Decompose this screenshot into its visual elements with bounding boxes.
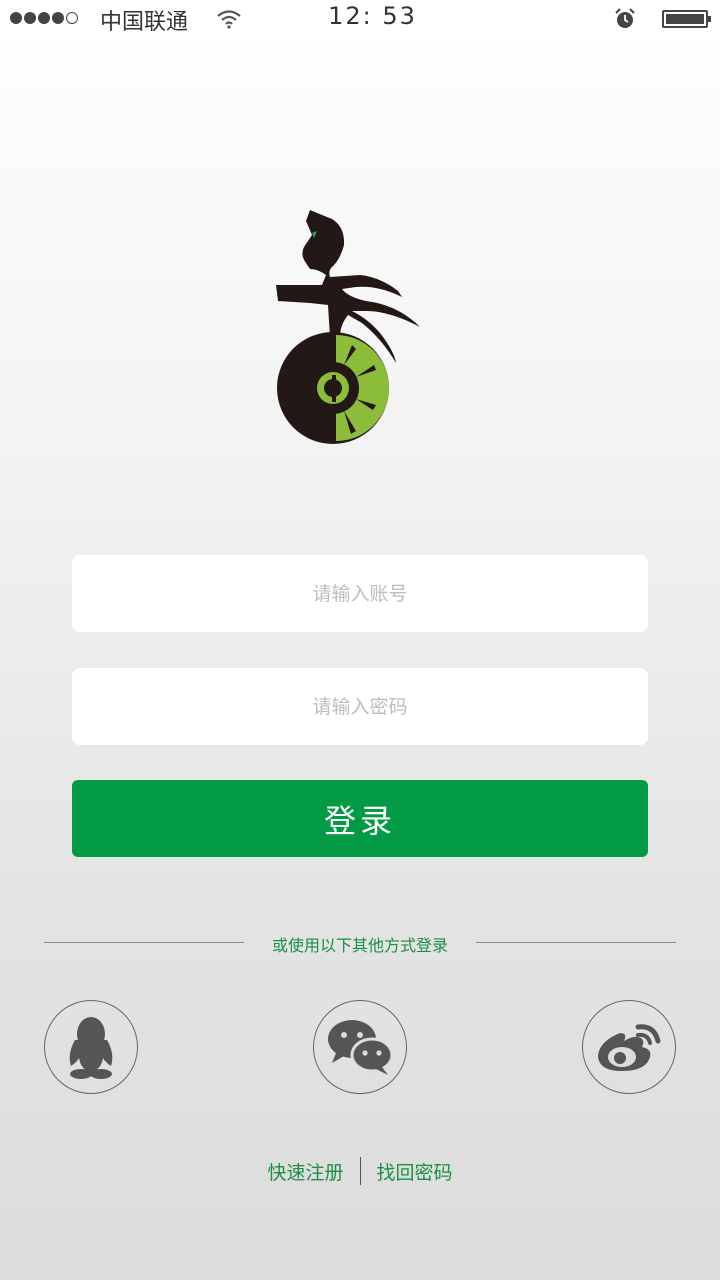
link-separator (359, 1157, 361, 1185)
divider-line-right (476, 942, 676, 943)
bottom-links: 快速注册 找回密码 (0, 1157, 720, 1185)
weibo-eye-icon (598, 1024, 661, 1071)
wechat-bubbles-icon (328, 1020, 394, 1075)
divider-line-left (44, 942, 244, 943)
clock-time: 12: 53 (328, 2, 417, 30)
qq-penguin-icon (69, 1017, 113, 1079)
qq-login-button[interactable] (44, 1000, 138, 1094)
account-input[interactable] (72, 555, 648, 632)
login-button[interactable]: 登录 (72, 780, 648, 857)
alarm-clock-icon (615, 8, 635, 28)
register-link[interactable]: 快速注册 (267, 1158, 343, 1185)
weibo-login-button[interactable] (582, 1000, 676, 1094)
app-logo (276, 210, 420, 444)
status-bar: 中国联通 12: 53 (0, 0, 720, 40)
battery-icon (662, 10, 711, 28)
password-input[interactable] (72, 668, 648, 745)
wechat-login-button[interactable] (313, 1000, 407, 1094)
other-login-label: 或使用以下其他方式登录 (271, 936, 448, 955)
forgot-password-link[interactable]: 找回密码 (377, 1158, 453, 1185)
